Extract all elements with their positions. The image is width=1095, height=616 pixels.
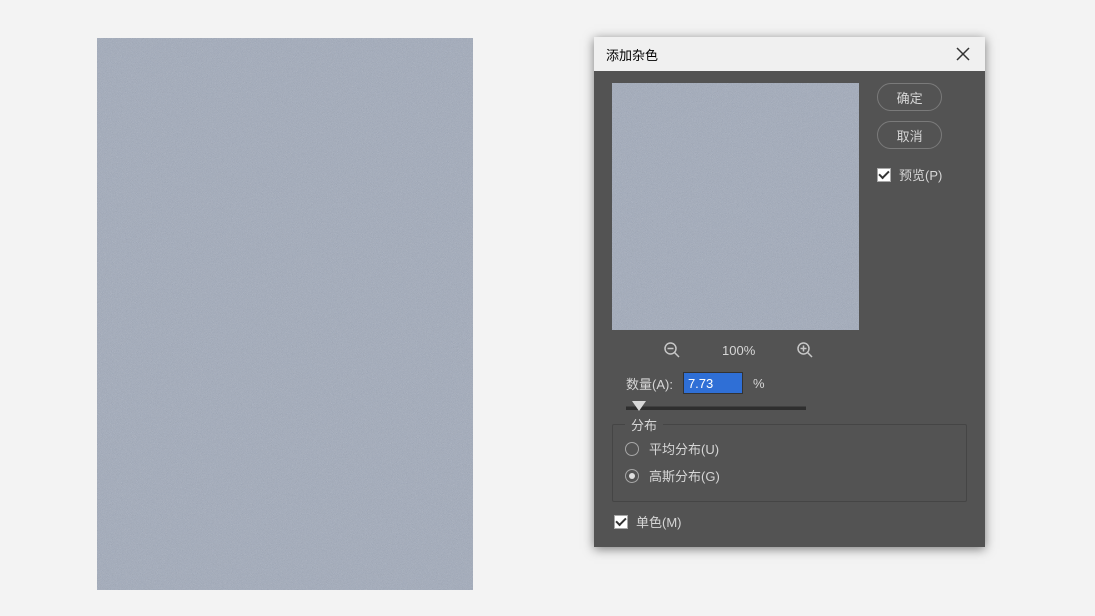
radio-uniform[interactable]: 平均分布(U): [625, 435, 954, 462]
slider-thumb[interactable]: [632, 401, 646, 411]
distribution-group: 分布 平均分布(U) 高斯分布(G): [612, 424, 967, 502]
effect-preview[interactable]: [612, 83, 859, 330]
radio-uniform-label: 平均分布(U): [649, 439, 719, 458]
radio-gaussian-input[interactable]: [625, 469, 639, 483]
zoom-out-icon: [663, 341, 681, 359]
ok-button[interactable]: 确定: [877, 83, 942, 111]
monochrome-checkbox[interactable]: [614, 515, 628, 529]
zoom-in-icon: [796, 341, 814, 359]
distribution-legend: 分布: [625, 415, 663, 434]
preview-checkbox[interactable]: [877, 168, 891, 182]
radio-gaussian[interactable]: 高斯分布(G): [625, 462, 954, 489]
zoom-out-button[interactable]: [662, 340, 682, 360]
amount-input[interactable]: [683, 372, 743, 394]
close-button[interactable]: [953, 44, 973, 64]
radio-uniform-input[interactable]: [625, 442, 639, 456]
amount-unit: %: [753, 376, 765, 391]
monochrome-row[interactable]: 单色(M): [612, 512, 967, 531]
amount-slider[interactable]: [626, 406, 806, 410]
radio-gaussian-label: 高斯分布(G): [649, 466, 720, 485]
cancel-button[interactable]: 取消: [877, 121, 942, 149]
close-icon: [956, 47, 970, 61]
amount-label: 数量(A):: [626, 374, 673, 393]
dialog-body: 确定 取消 预览(P) 100% 数量(A): %: [594, 71, 985, 547]
preview-label: 预览(P): [899, 165, 942, 184]
canvas-noise-preview: [97, 38, 473, 590]
add-noise-dialog: 添加杂色 确定 取消 预览(P) 100%: [594, 37, 985, 547]
zoom-controls: 100%: [612, 330, 967, 368]
dialog-titlebar[interactable]: 添加杂色: [594, 37, 985, 71]
amount-row: 数量(A): %: [612, 368, 967, 398]
dialog-title: 添加杂色: [606, 45, 658, 64]
zoom-level: 100%: [722, 343, 755, 358]
preview-checkbox-row[interactable]: 预览(P): [877, 165, 942, 184]
monochrome-label: 单色(M): [636, 512, 682, 531]
zoom-in-button[interactable]: [795, 340, 815, 360]
